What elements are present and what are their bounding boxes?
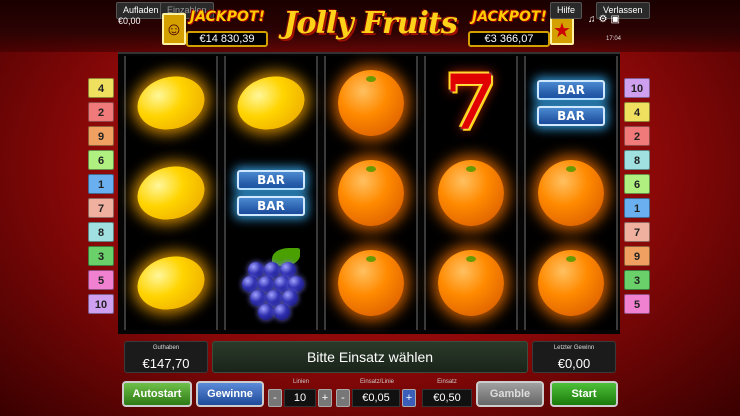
bet-per-line-label: Einsatz/Linie: [359, 379, 395, 385]
reel-3: [324, 56, 418, 330]
gamble-button[interactable]: Gamble: [476, 381, 544, 407]
line-marker-10[interactable]: 10: [624, 78, 650, 98]
lines-minus-button[interactable]: -: [268, 389, 282, 407]
reel-cell: [126, 58, 216, 148]
orange-symbol: [538, 250, 604, 316]
line-marker-10[interactable]: 10: [88, 294, 114, 314]
reel-cell: [526, 148, 616, 238]
total-bet-label: Einsatz: [437, 379, 457, 385]
lines-plus-button[interactable]: +: [318, 389, 332, 407]
last-win-value: €0,00: [557, 356, 591, 371]
balance-value: €147,70: [142, 356, 190, 371]
reel-cell: [326, 238, 416, 328]
status-message: Bitte Einsatz wählen: [212, 341, 528, 373]
reel-cell: [126, 148, 216, 238]
bet-per-line-minus-button[interactable]: -: [336, 389, 350, 407]
grape: [274, 304, 290, 320]
line-marker-1[interactable]: 1: [88, 174, 114, 194]
reel-cell: [226, 58, 316, 148]
lines-stepper: Linien - 10 +: [268, 379, 334, 411]
bar-plate: BAR: [537, 106, 605, 126]
lemon-symbol: [131, 69, 211, 137]
balance-label: Guthaben: [152, 345, 180, 351]
reel-2: BAR BAR: [224, 56, 318, 330]
orange-symbol: [338, 250, 404, 316]
grape: [258, 304, 274, 320]
line-marker-4[interactable]: 4: [88, 78, 114, 98]
jackpot-left-title: JACKPOT!: [190, 9, 265, 25]
reel-cell: [426, 148, 516, 238]
joker-icon: [162, 13, 186, 45]
reel-cell: [526, 238, 616, 328]
sound-icon[interactable]: ♫: [588, 14, 599, 25]
reel-cell: [126, 238, 216, 328]
reel-1: [124, 56, 218, 330]
line-marker-7[interactable]: 7: [624, 222, 650, 242]
system-icons: ♫⚙▣: [588, 14, 623, 25]
jackpot-left-value: €14 830,39: [186, 31, 268, 47]
line-marker-5[interactable]: 5: [624, 294, 650, 314]
line-marker-6[interactable]: 6: [624, 174, 650, 194]
start-button[interactable]: Start: [550, 381, 618, 407]
gear-icon[interactable]: ⚙: [599, 14, 611, 25]
reel-cell: BAR BAR: [226, 148, 316, 238]
reel-cell: [226, 238, 316, 328]
orange-symbol: [538, 160, 604, 226]
reel-4: 7: [424, 56, 518, 330]
jackpot-right-value: €3 366,07: [468, 31, 550, 47]
line-marker-1[interactable]: 1: [624, 198, 650, 218]
line-marker-3[interactable]: 3: [88, 246, 114, 266]
lemon-symbol: [131, 159, 211, 227]
line-marker-5[interactable]: 5: [88, 270, 114, 290]
lines-label: Linien: [292, 379, 309, 385]
line-marker-2[interactable]: 2: [88, 102, 114, 122]
last-win-box: Letzter Gewinn €0,00: [532, 341, 616, 373]
last-win-label: Letzter Gewinn: [553, 345, 595, 351]
balance-box: Guthaben €147,70: [124, 341, 208, 373]
total-bet-value: €0,50: [422, 389, 472, 407]
bet-per-line-stepper: Einsatz/Linie - €0,05 +: [336, 379, 418, 411]
top-bar: Aufladen Einzahlen €0,00 JACKPOT! €14 83…: [0, 0, 740, 52]
lemon-symbol: [131, 249, 211, 317]
game-logo: Jolly Fruits: [283, 6, 457, 41]
line-marker-3[interactable]: 3: [624, 270, 650, 290]
reel-cell: [426, 238, 516, 328]
autostart-button[interactable]: Autostart: [122, 381, 192, 407]
line-marker-2[interactable]: 2: [624, 126, 650, 146]
bet-per-line-plus-button[interactable]: +: [402, 389, 416, 407]
bet-per-line-value: €0,05: [352, 389, 400, 407]
bar-plate: BAR: [237, 196, 305, 216]
reel-cell: 7: [426, 58, 516, 148]
bar-plate: BAR: [237, 170, 305, 190]
lemon-symbol: [231, 69, 311, 137]
bar-plate: BAR: [537, 80, 605, 100]
line-marker-7[interactable]: 7: [88, 198, 114, 218]
lines-value: 10: [284, 389, 316, 407]
reel-cell: BAR BAR: [526, 58, 616, 148]
line-marker-9[interactable]: 9: [624, 246, 650, 266]
reel-cell: [326, 148, 416, 238]
jackpot-right-title: JACKPOT!: [472, 9, 547, 25]
top-balance: €0,00: [118, 16, 141, 26]
line-marker-6[interactable]: 6: [88, 150, 114, 170]
total-bet-display: Einsatz €0,50: [422, 379, 472, 411]
line-marker-8[interactable]: 8: [88, 222, 114, 242]
help-button[interactable]: Hilfe: [550, 2, 583, 19]
orange-symbol: [338, 70, 404, 136]
orange-symbol: [338, 160, 404, 226]
reel-5: BAR BAR: [524, 56, 618, 330]
seven-symbol: 7: [444, 58, 498, 147]
grapes-symbol: [238, 248, 304, 320]
fullscreen-icon[interactable]: ▣: [610, 14, 622, 25]
line-marker-8[interactable]: 8: [624, 150, 650, 170]
bar-symbol: BAR BAR: [237, 170, 305, 216]
orange-symbol: [438, 250, 504, 316]
line-marker-4[interactable]: 4: [624, 102, 650, 122]
reel-cell: [326, 58, 416, 148]
paytable-button[interactable]: Gewinne: [196, 381, 264, 407]
line-marker-9[interactable]: 9: [88, 126, 114, 146]
clock: 17:04: [606, 36, 622, 42]
bar-symbol: BAR BAR: [537, 80, 605, 126]
orange-symbol: [438, 160, 504, 226]
